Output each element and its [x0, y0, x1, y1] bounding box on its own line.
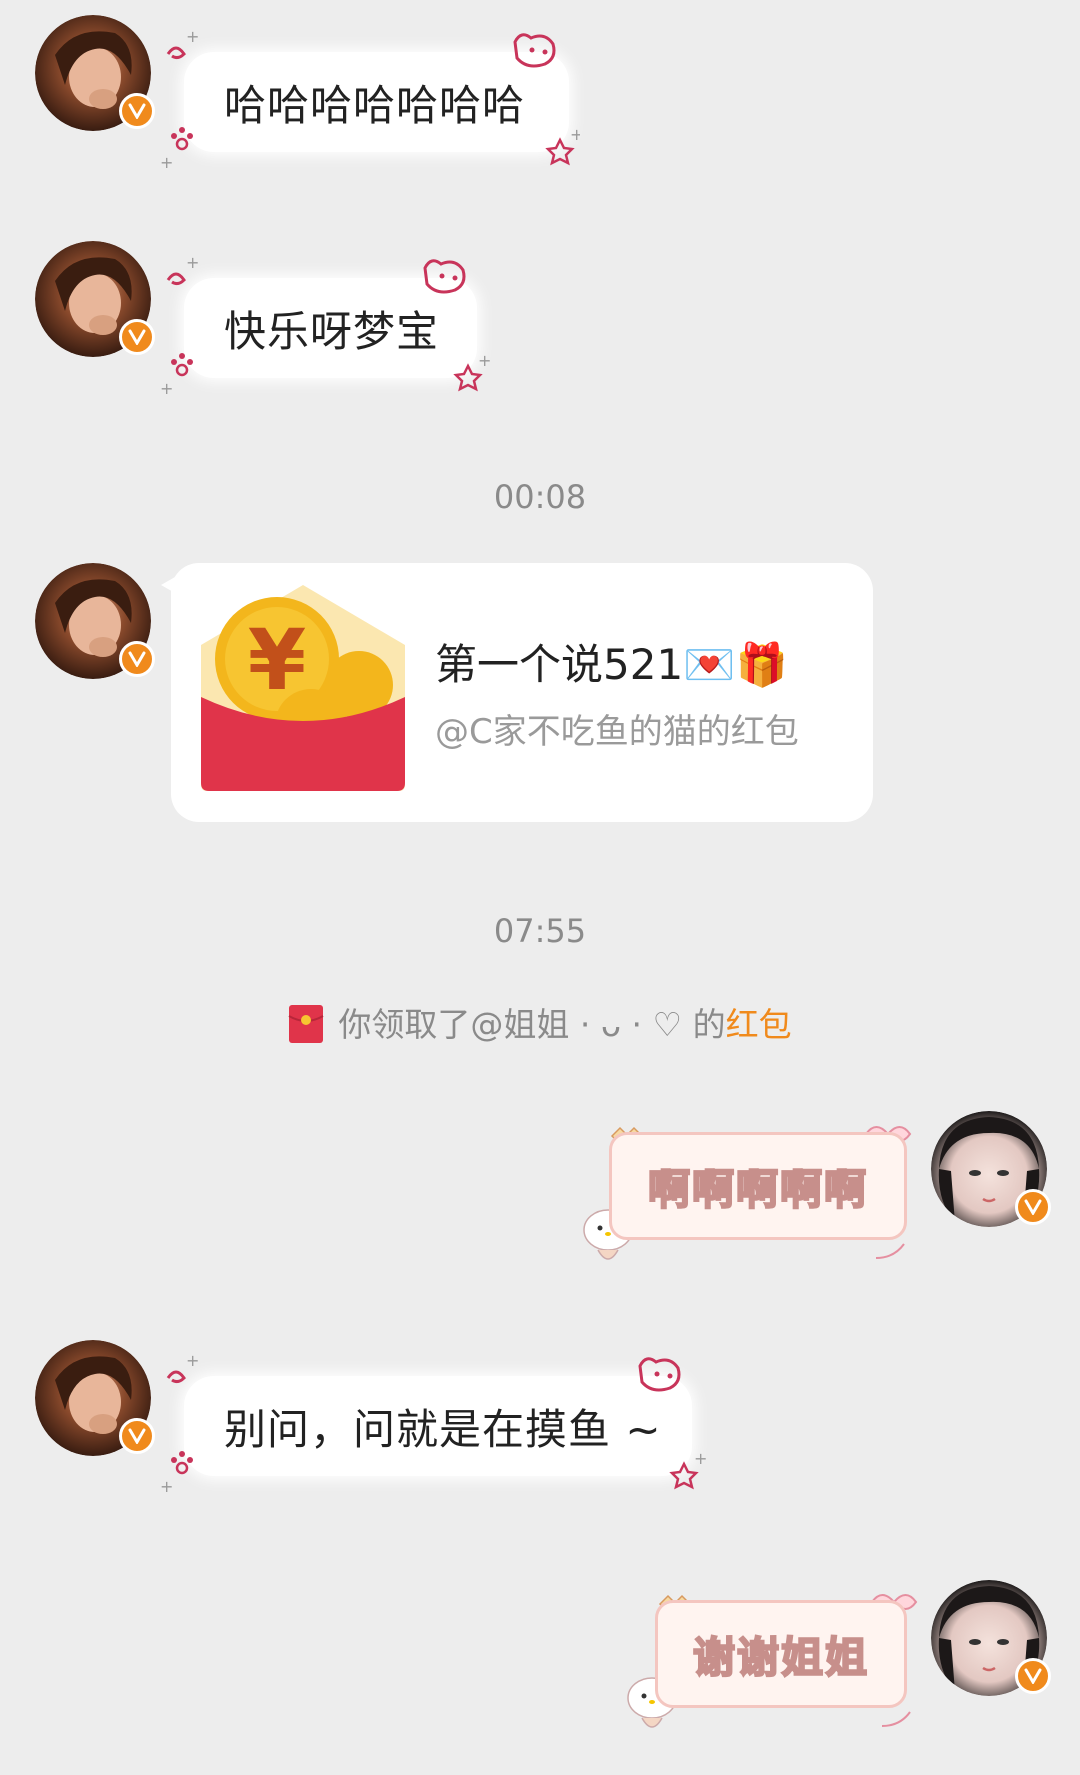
my-avatar[interactable] — [931, 1580, 1051, 1696]
verified-badge-icon — [119, 641, 155, 677]
contact-avatar[interactable] — [35, 563, 155, 679]
red-packet-claimed-notice: 你领取了@姐姐 · ᴗ · ♡ 的红包 — [0, 998, 1080, 1046]
svg-text:+: + — [186, 28, 199, 46]
red-envelope-icon: ¥ — [201, 585, 405, 791]
my-message-bubble[interactable]: 啊啊啊啊啊 — [609, 1132, 907, 1240]
notice-red-packet-link[interactable]: 红包 — [726, 1005, 792, 1044]
message-text: 谢谢姐姐 — [692, 1631, 869, 1682]
red-packet-card[interactable]: ¥ 第一个说521💌🎁 @C家不吃鱼的猫的红包 — [161, 563, 873, 822]
verified-badge-icon — [1015, 1189, 1051, 1225]
svg-text:+: + — [160, 153, 173, 172]
kitty-bubble-decoration-icon: + + + — [160, 254, 491, 398]
contact-avatar[interactable] — [35, 241, 155, 357]
svg-text:+: + — [694, 1449, 707, 1468]
kitty-bubble-decoration-icon: + + + — [160, 28, 580, 172]
red-packet-title: 第一个说521💌🎁 — [435, 640, 788, 689]
svg-text:+: + — [478, 351, 491, 370]
svg-text:+: + — [570, 125, 580, 144]
red-packet-sender: @C家不吃鱼的猫的红包 — [435, 712, 799, 752]
svg-text:+: + — [160, 1477, 173, 1496]
my-avatar[interactable] — [931, 1111, 1051, 1227]
verified-badge-icon — [119, 93, 155, 129]
svg-text:+: + — [186, 254, 199, 272]
kitty-bubble-decoration-icon: + + + — [160, 1352, 707, 1496]
my-message-bubble[interactable]: 谢谢姐姐 — [655, 1600, 907, 1708]
verified-badge-icon — [119, 1418, 155, 1454]
message-timestamp: 00:08 — [493, 478, 587, 516]
message-timestamp: 07:55 — [493, 912, 587, 950]
red-packet-icon — [288, 1005, 324, 1043]
notice-text: 你领取了@姐姐 · ᴗ · ♡ 的 — [338, 1005, 726, 1044]
message-text: 啊啊啊啊啊 — [647, 1163, 868, 1214]
contact-avatar[interactable] — [35, 15, 155, 131]
svg-text:+: + — [186, 1352, 199, 1370]
contact-avatar[interactable] — [35, 1340, 155, 1456]
verified-badge-icon — [1015, 1658, 1051, 1694]
verified-badge-icon — [119, 319, 155, 355]
svg-text:+: + — [160, 379, 173, 398]
bubble-tail — [161, 577, 175, 593]
